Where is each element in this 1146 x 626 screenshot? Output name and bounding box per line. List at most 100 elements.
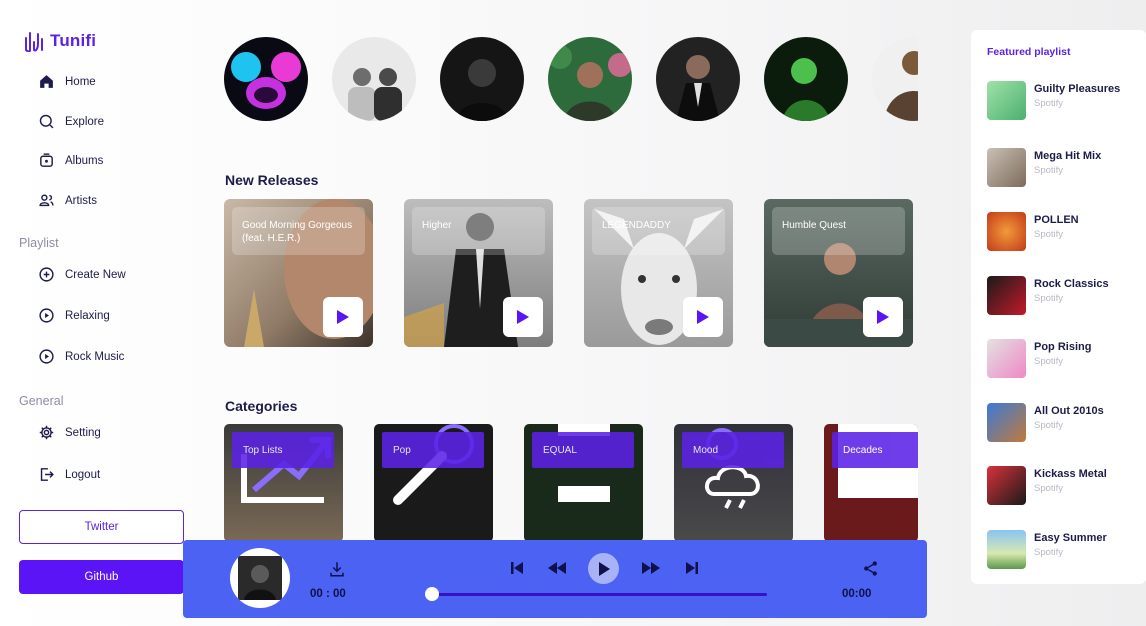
play-button[interactable] (683, 297, 723, 337)
featured-item[interactable]: Easy Summer Spotify (987, 530, 1137, 570)
play-icon (598, 561, 610, 576)
playlist-source: Spotify (1034, 420, 1064, 431)
share-icon (863, 560, 877, 576)
nav-logout[interactable]: Logout (38, 466, 100, 483)
category-card[interactable]: EQUAL (524, 424, 643, 542)
artist-avatar[interactable] (764, 37, 848, 121)
twitter-button[interactable]: Twitter (19, 510, 184, 544)
play-button[interactable] (503, 297, 543, 337)
release-card[interactable]: Good Morning Gorgeous (feat. H.E.R.) (224, 199, 373, 347)
search-icon (39, 114, 54, 129)
share-button[interactable] (861, 559, 879, 577)
previous-track-button[interactable] (508, 559, 526, 577)
play-circle-icon (39, 308, 54, 323)
new-releases-heading: New Releases (225, 172, 319, 188)
artist-photo (676, 55, 720, 121)
artist-photo (348, 68, 402, 121)
featured-item[interactable]: Guilty Pleasures Spotify (987, 81, 1137, 121)
playlist-cover (987, 212, 1026, 251)
nav-setting-label: Setting (65, 426, 101, 439)
nav-home-label: Home (65, 75, 96, 88)
featured-item[interactable]: Mega Hit Mix Spotify (987, 148, 1137, 188)
featured-item[interactable]: Pop Rising Spotify (987, 339, 1137, 379)
rewind-button[interactable] (546, 559, 568, 577)
playlist-name: Guilty Pleasures Spotify (1034, 81, 1139, 111)
playlist-name: Rock Classics Spotify (1034, 276, 1139, 306)
fast-forward-icon (642, 562, 660, 574)
play-icon (877, 310, 889, 324)
plus-circle-icon (39, 267, 54, 282)
category-card[interactable]: Decades (824, 424, 918, 542)
play-icon (697, 310, 709, 324)
category-card[interactable]: Pop (374, 424, 493, 542)
play-button[interactable] (323, 297, 363, 337)
playlist-relaxing-label: Relaxing (65, 309, 110, 322)
download-icon (330, 562, 344, 577)
artist-avatar[interactable] (656, 37, 740, 121)
fast-forward-button[interactable] (640, 559, 662, 577)
artists-carousel (224, 37, 918, 122)
artist-avatar[interactable] (440, 37, 524, 121)
playlist-create-new[interactable]: Create New (38, 266, 126, 283)
playlist-source: Spotify (1034, 293, 1064, 304)
gear-icon (39, 425, 54, 440)
nav-albums-label: Albums (65, 154, 104, 167)
artist-photo (782, 58, 830, 121)
featured-item[interactable]: POLLEN Spotify (987, 212, 1137, 252)
release-title: Good Morning Gorgeous (feat. H.E.R.) (232, 207, 365, 255)
artist-avatar[interactable] (224, 37, 308, 121)
playlist-cover (987, 148, 1026, 187)
nav-explore[interactable]: Explore (38, 113, 104, 130)
playlist-name: POLLEN Spotify (1034, 212, 1139, 242)
current-time: 00 : 00 (310, 588, 346, 600)
progress-bar[interactable] (425, 587, 767, 601)
play-icon (337, 310, 349, 324)
category-card[interactable]: Mood (674, 424, 793, 542)
playlist-cover (987, 466, 1026, 505)
playlist-name: Easy Summer Spotify (1034, 530, 1139, 560)
artist-avatar[interactable] (548, 37, 632, 121)
now-playing-cover[interactable] (230, 548, 290, 608)
playlist-rock-music[interactable]: Rock Music (38, 348, 124, 365)
category-label: Mood (682, 432, 784, 468)
playlist-name: Mega Hit Mix Spotify (1034, 148, 1139, 178)
category-card[interactable]: Top Lists (224, 424, 343, 542)
nav-albums[interactable]: Albums (38, 152, 103, 169)
playlist-source: Spotify (1034, 356, 1064, 367)
playlist-relaxing[interactable]: Relaxing (38, 307, 110, 324)
release-card[interactable]: Higher (404, 199, 553, 347)
progress-handle[interactable] (425, 587, 439, 601)
next-track-button[interactable] (683, 559, 701, 577)
artist-avatar[interactable] (332, 37, 416, 121)
release-card[interactable]: Humble Quest (764, 199, 913, 347)
track-duration: 00:00 (842, 588, 872, 600)
playlist-create-new-label: Create New (65, 268, 126, 281)
playlist-source: Spotify (1034, 229, 1064, 240)
cover-image (238, 556, 282, 600)
featured-item[interactable]: Kickass Metal Spotify (987, 466, 1137, 506)
player-bar: 00 : 00 00:00 (183, 540, 927, 618)
featured-title: Featured playlist (987, 46, 1071, 58)
release-card[interactable]: LEGENDADDY (584, 199, 733, 347)
featured-playlist-panel: Featured playlist Guilty Pleasures Spotif… (971, 30, 1146, 584)
github-button[interactable]: Github (19, 560, 184, 594)
app-name: Tunifi (50, 31, 97, 50)
app-logo[interactable]: Tunifi (24, 30, 96, 52)
play-button[interactable] (863, 297, 903, 337)
artist-photo (231, 52, 301, 109)
download-button[interactable] (327, 560, 347, 578)
playlist-source: Spotify (1034, 483, 1064, 494)
nav-home[interactable]: Home (38, 73, 96, 90)
featured-item[interactable]: Rock Classics Spotify (987, 276, 1137, 316)
playlist-source: Spotify (1034, 547, 1064, 558)
play-pause-button[interactable] (588, 553, 619, 584)
rewind-icon (548, 562, 566, 574)
featured-item[interactable]: All Out 2010s Spotify (987, 403, 1137, 443)
playlist-rock-music-label: Rock Music (65, 350, 125, 363)
categories-heading: Categories (225, 398, 298, 414)
nav-artists[interactable]: Artists (38, 192, 97, 209)
logout-icon (40, 468, 54, 481)
artist-avatar[interactable] (872, 37, 918, 121)
nav-setting[interactable]: Setting (38, 424, 101, 441)
release-title: LEGENDADDY (592, 207, 725, 255)
